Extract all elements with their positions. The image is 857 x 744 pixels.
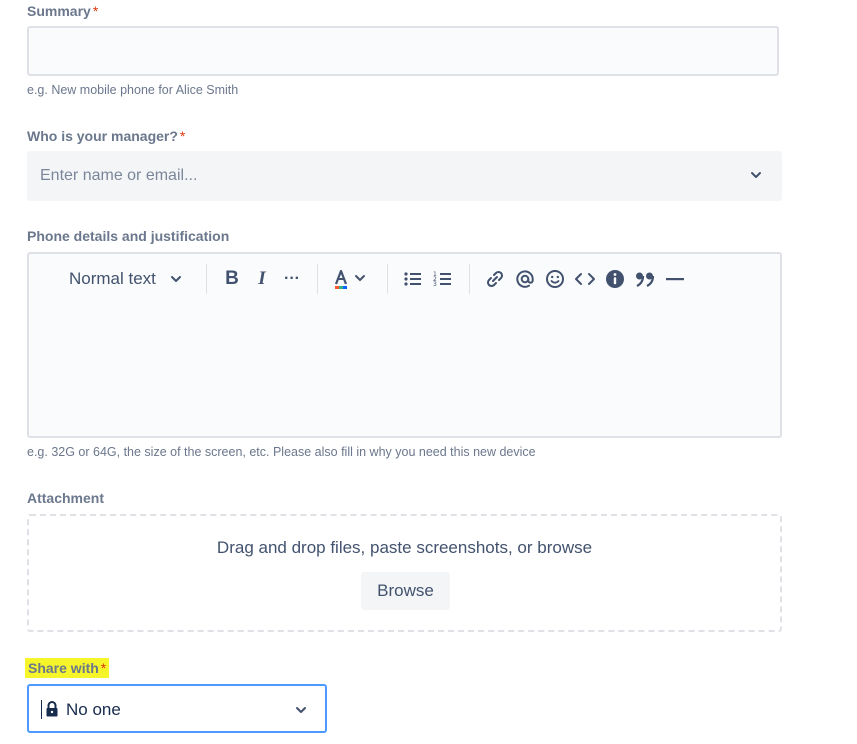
text-cursor (41, 700, 42, 719)
info-icon (606, 270, 624, 288)
required-asterisk: * (92, 3, 99, 19)
dropzone-text: Drag and drop files, paste screenshots, … (216, 538, 593, 557)
text-color-button[interactable] (332, 268, 370, 290)
divider-icon (666, 278, 684, 281)
info-panel-button[interactable] (604, 268, 626, 290)
text-style-dropdown[interactable]: Normal text (69, 268, 189, 290)
toolbar-divider (206, 264, 207, 294)
bullet-list-button[interactable] (402, 268, 424, 290)
divider-button[interactable] (664, 268, 686, 290)
quote-button[interactable] (634, 268, 656, 290)
editor-toolbar: Normal text B I ··· 1 2 3 (29, 254, 780, 306)
manager-select[interactable]: Enter name or email... (27, 151, 782, 201)
italic-button[interactable]: I (251, 268, 273, 290)
chevron-down-icon (748, 167, 764, 183)
text-color-icon (334, 269, 365, 289)
more-formatting-button[interactable]: ··· (281, 268, 303, 290)
phone-details-editor[interactable]: Normal text B I ··· 1 2 3 (27, 252, 782, 438)
toolbar-divider (317, 264, 318, 294)
phone-details-hint: e.g. 32G or 64G, the size of the screen,… (27, 445, 536, 459)
toolbar-divider (469, 264, 470, 294)
toolbar-divider (387, 264, 388, 294)
attachment-dropzone[interactable]: Drag and drop files, paste screenshots, … (27, 514, 782, 632)
link-button[interactable] (484, 268, 506, 290)
browse-button[interactable]: Browse (361, 572, 450, 610)
share-with-label: Share with * (25, 658, 110, 678)
required-asterisk: * (179, 128, 186, 144)
bold-button[interactable]: B (221, 268, 243, 290)
numbered-list-icon: 1 2 3 (433, 271, 451, 288)
numbered-list-button[interactable]: 1 2 3 (432, 268, 454, 290)
emoji-icon (546, 270, 564, 288)
phone-details-label: Phone details and justification (27, 228, 230, 244)
emoji-button[interactable] (544, 268, 566, 290)
link-icon (486, 270, 504, 288)
chevron-down-icon (170, 276, 181, 282)
svg-text:3: 3 (433, 281, 437, 288)
summary-input[interactable] (27, 26, 779, 76)
summary-label: Summary * (27, 3, 99, 19)
code-icon (575, 273, 595, 285)
mention-icon (516, 270, 534, 288)
quote-icon (636, 272, 655, 287)
code-button[interactable] (574, 268, 596, 290)
lock-icon (45, 700, 59, 723)
manager-label: Who is your manager? * (27, 128, 186, 144)
share-with-value: No one (66, 700, 121, 719)
bullet-list-icon (404, 272, 421, 286)
required-asterisk: * (100, 660, 107, 676)
share-with-select[interactable]: No one (27, 684, 327, 733)
summary-hint: e.g. New mobile phone for Alice Smith (27, 83, 239, 97)
chevron-down-icon (293, 702, 309, 723)
manager-placeholder: Enter name or email... (40, 167, 198, 184)
mention-button[interactable] (514, 268, 536, 290)
attachment-label: Attachment (27, 490, 105, 506)
